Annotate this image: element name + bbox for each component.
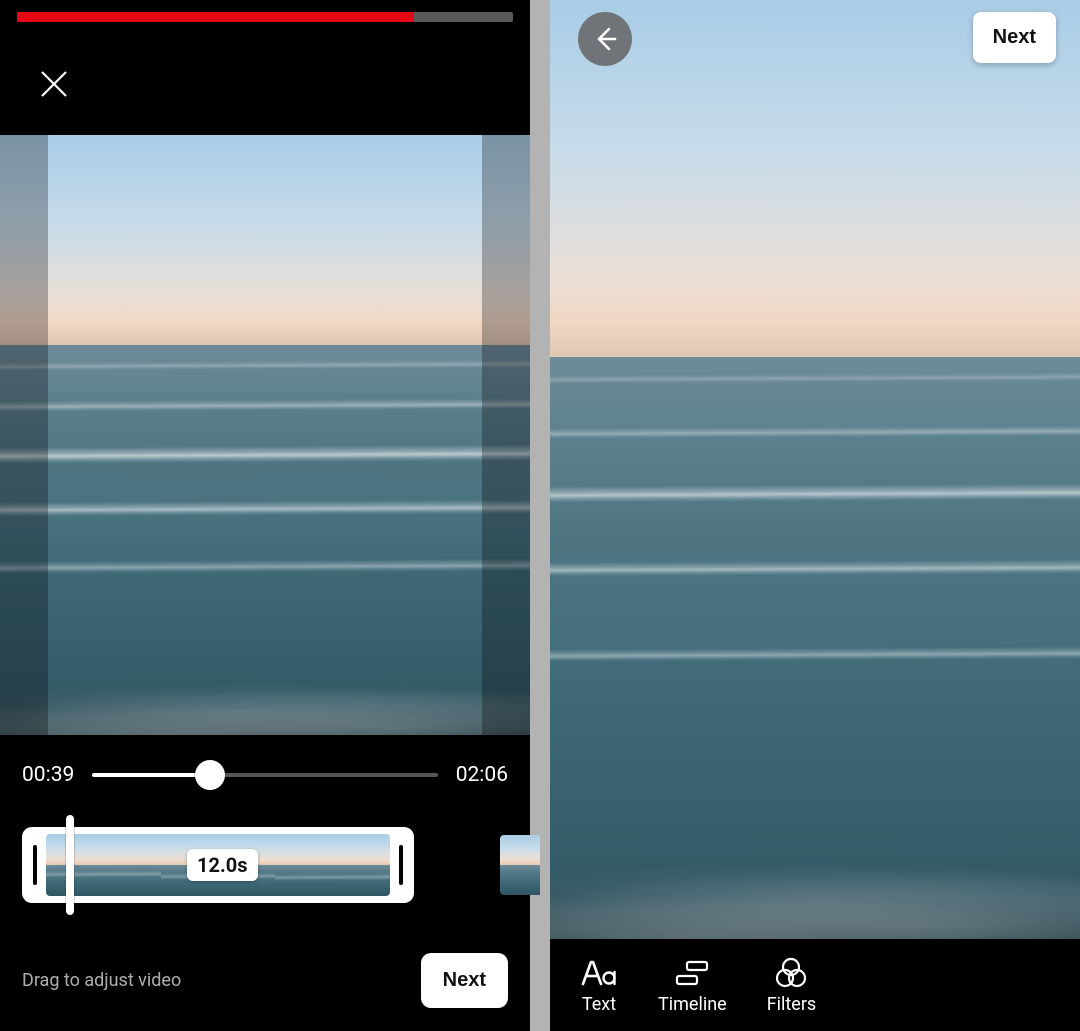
bottom-bar: Drag to adjust video Next (22, 951, 508, 1009)
crop-overlay-left (0, 135, 48, 735)
playback-slider[interactable] (92, 755, 437, 795)
tool-text[interactable]: Text (580, 956, 618, 1015)
ocean-scene (550, 0, 1080, 939)
tool-timeline-label: Timeline (658, 994, 727, 1015)
tool-filters-label: Filters (767, 994, 817, 1015)
upload-progress-track (17, 12, 513, 22)
trim-handle-start[interactable] (28, 841, 42, 889)
ocean-scene (0, 135, 530, 735)
back-button[interactable] (578, 12, 632, 66)
next-button[interactable]: Next (421, 953, 508, 1008)
compose-toolbar: Text Timeline (550, 939, 1080, 1031)
filters-icon (774, 957, 808, 989)
trim-playhead[interactable] (66, 815, 74, 915)
playback-row: 00:39 02:06 (22, 755, 508, 795)
close-button[interactable] (38, 68, 70, 100)
trim-handle-end[interactable] (394, 841, 408, 889)
video-preview[interactable] (550, 0, 1080, 939)
compose-screen: Next Text (550, 0, 1080, 1031)
timeline-icon (675, 959, 709, 987)
total-time-label: 02:06 (456, 763, 508, 787)
crop-overlay-right (482, 135, 530, 735)
trim-thumbnail (275, 834, 390, 896)
tool-timeline[interactable]: Timeline (658, 956, 727, 1015)
tool-filters[interactable]: Filters (767, 956, 817, 1015)
tool-text-label: Text (582, 994, 616, 1015)
trim-screen: 00:39 02:06 (0, 0, 530, 1031)
next-button[interactable]: Next (973, 12, 1056, 63)
trim-strip[interactable]: 12.0s (22, 815, 508, 915)
trim-adjacent-clip (500, 835, 540, 895)
upload-progress-fill (17, 12, 414, 22)
current-time-label: 00:39 (22, 763, 74, 787)
text-icon (580, 958, 618, 988)
video-preview[interactable] (0, 135, 530, 735)
help-text: Drag to adjust video (22, 970, 181, 991)
trim-duration-chip: 12.0s (187, 849, 258, 881)
trim-thumbnail (46, 834, 161, 896)
playback-thumb[interactable] (195, 760, 225, 790)
arrow-left-icon (591, 25, 619, 53)
close-icon (38, 68, 70, 100)
